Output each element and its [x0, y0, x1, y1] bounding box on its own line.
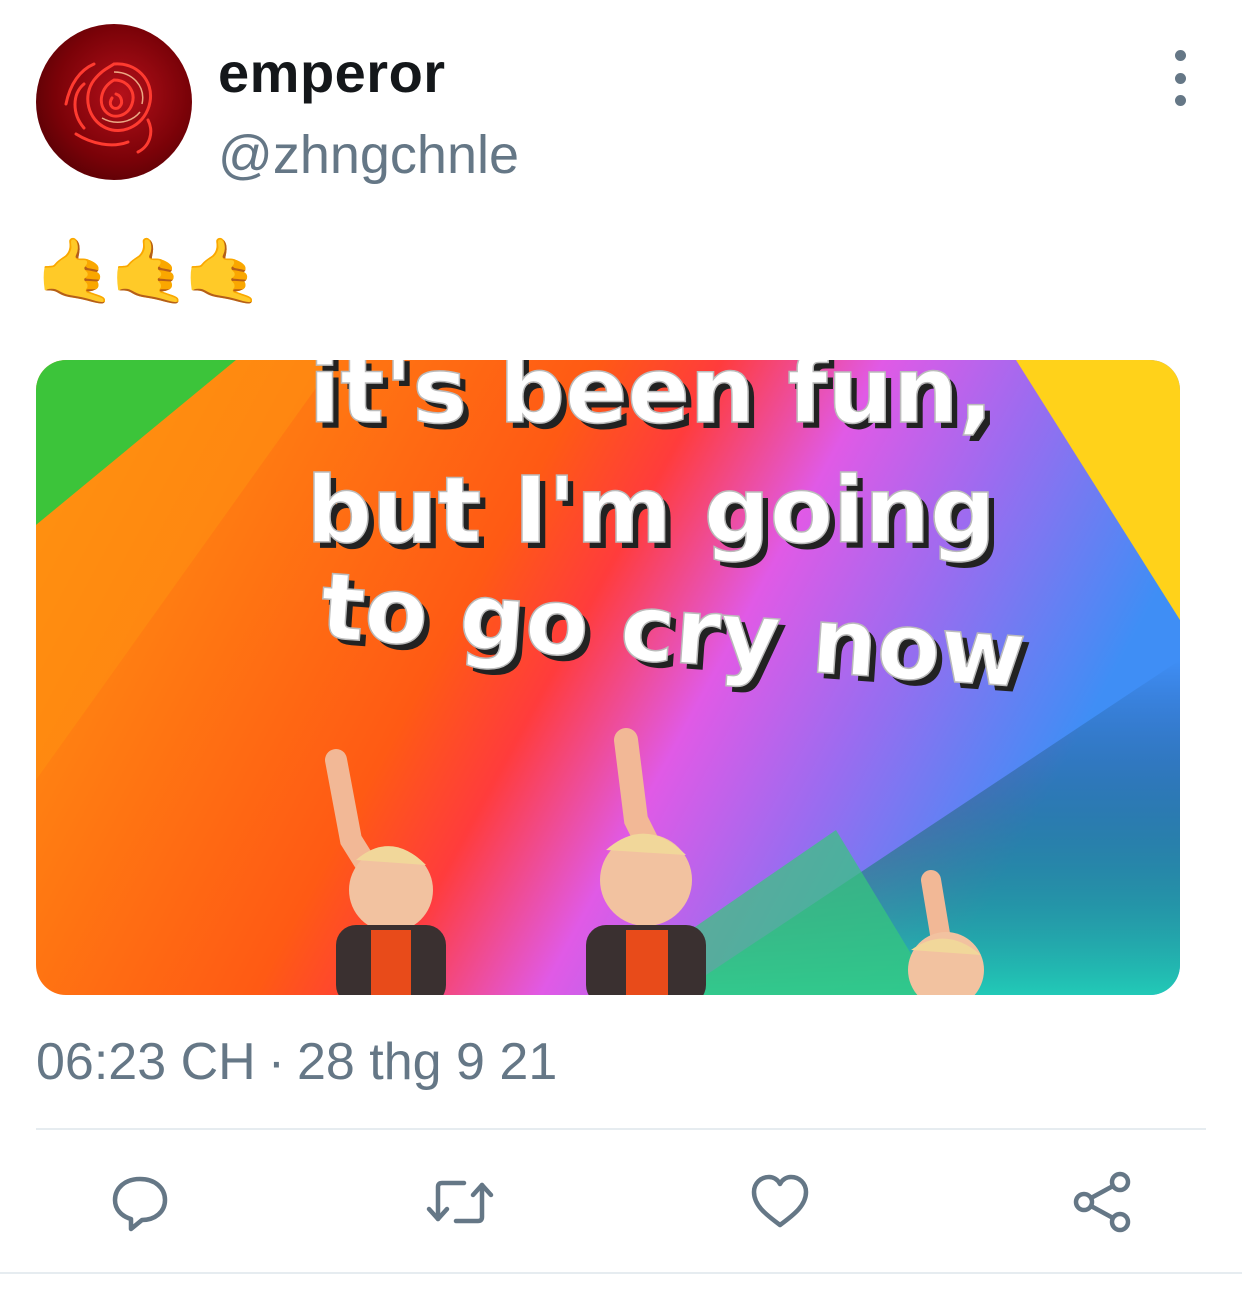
tweet-text: 🤙🤙🤙 [36, 235, 263, 309]
tweet-timestamp[interactable]: 06:23 CH · 28 thg 9 21 [36, 1032, 557, 1092]
divider [36, 1128, 1206, 1130]
avatar[interactable] [36, 24, 192, 180]
more-vertical-icon[interactable] [1160, 50, 1200, 106]
meme-caption-line-1: it's been fun, [309, 360, 994, 444]
heart-icon[interactable] [740, 1162, 820, 1242]
user-handle[interactable]: @zhngchnle [218, 124, 519, 186]
more-dot [1174, 72, 1186, 84]
meme-image: it's been fun, but I'm going to go cry n… [36, 360, 1180, 995]
more-dot [1174, 50, 1186, 61]
more-dot [1174, 95, 1186, 106]
tweet-media-image[interactable]: it's been fun, but I'm going to go cry n… [36, 360, 1180, 995]
tweet-date: 28 thg 9 21 [297, 1033, 558, 1091]
tweet-actions [0, 1162, 1242, 1242]
display-name[interactable]: emperor [218, 40, 446, 105]
rose-icon [64, 62, 153, 154]
meme-caption-line-2: but I'm going [306, 457, 996, 564]
share-icon[interactable] [1062, 1162, 1142, 1242]
reply-icon[interactable] [100, 1162, 180, 1242]
bottom-divider [0, 1272, 1242, 1274]
timestamp-separator: · [267, 1033, 286, 1091]
retweet-icon[interactable] [420, 1162, 500, 1242]
tweet-time: 06:23 CH [36, 1033, 256, 1091]
tweet-card: emperor @zhngchnle 🤙🤙🤙 it's been fun, bu… [0, 0, 1242, 1293]
